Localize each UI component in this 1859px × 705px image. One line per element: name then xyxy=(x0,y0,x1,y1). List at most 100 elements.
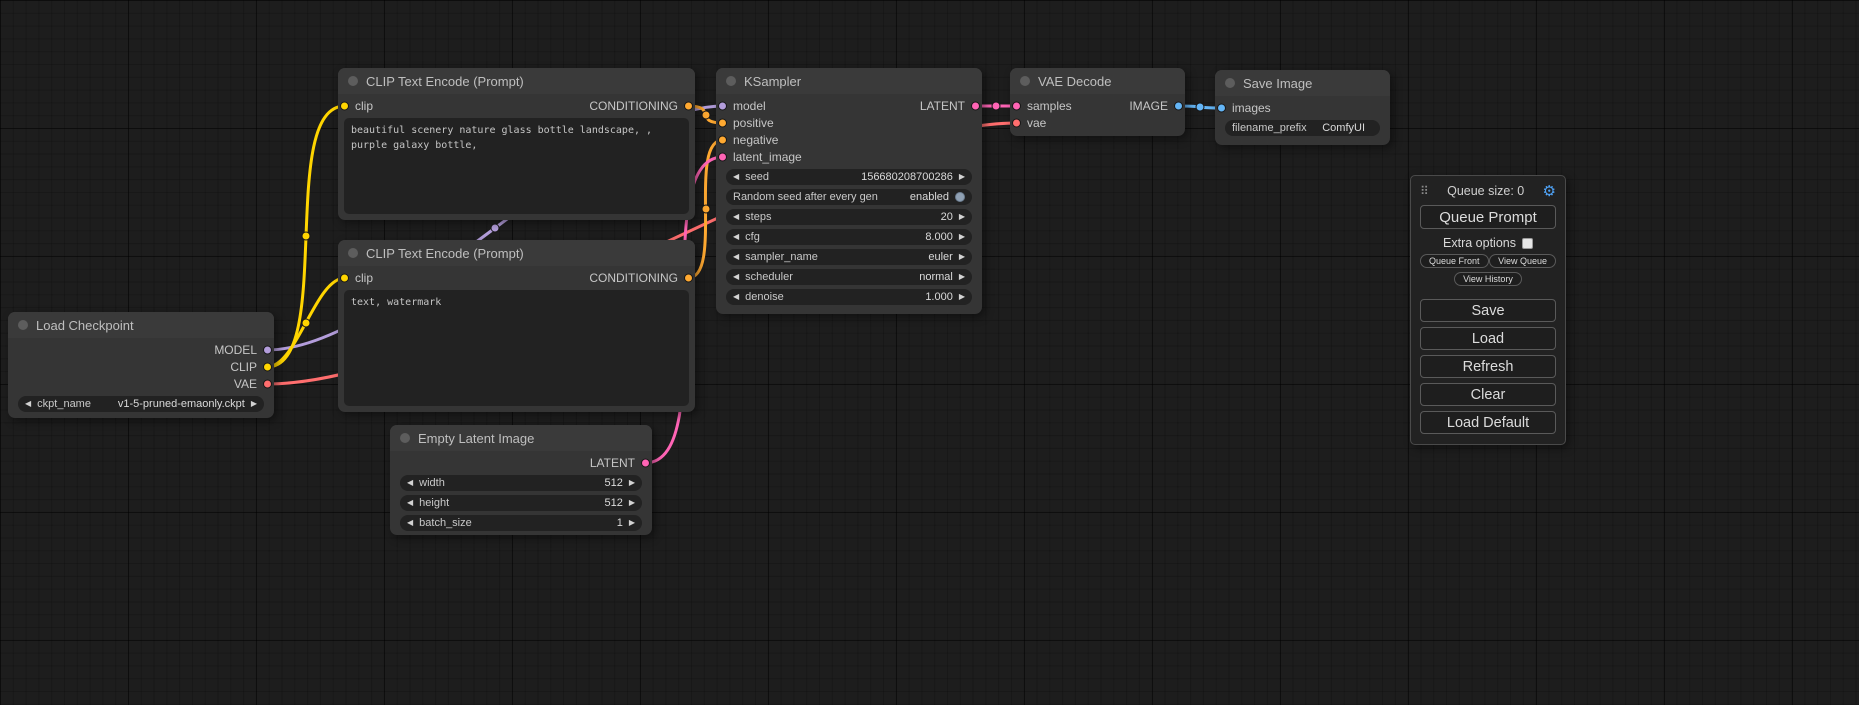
arrow-right-icon[interactable]: ▶ xyxy=(959,273,965,281)
steps-widget[interactable]: ◀ steps 20 ▶ xyxy=(726,209,972,225)
queue-prompt-button[interactable]: Queue Prompt xyxy=(1420,205,1556,229)
prompt-textarea[interactable]: text, watermark xyxy=(344,290,689,406)
prompt-textarea[interactable]: beautiful scenery nature glass bottle la… xyxy=(344,118,689,214)
node-vae-decode[interactable]: VAE Decode samples IMAGE vae xyxy=(1010,68,1185,136)
save-button[interactable]: Save xyxy=(1420,299,1556,322)
node-load-checkpoint[interactable]: Load Checkpoint MODEL CLIP VAE ◀ ckpt_na… xyxy=(8,312,274,418)
collapse-dot-icon[interactable] xyxy=(1225,78,1235,88)
arrow-left-icon[interactable]: ◀ xyxy=(733,253,739,261)
conditioning-input-dot[interactable] xyxy=(718,118,727,127)
toggle-knob-icon[interactable] xyxy=(955,192,965,202)
collapse-dot-icon[interactable] xyxy=(1020,76,1030,86)
arrow-left-icon[interactable]: ◀ xyxy=(407,519,413,527)
input-slot-latent-image[interactable]: latent_image xyxy=(716,148,982,165)
samples-input-dot[interactable] xyxy=(1012,101,1021,110)
arrow-left-icon[interactable]: ◀ xyxy=(407,499,413,507)
node-clip-text-encode-negative[interactable]: CLIP Text Encode (Prompt) clip CONDITION… xyxy=(338,240,695,412)
random-seed-toggle-widget[interactable]: Random seed after every gen enabled xyxy=(726,189,972,205)
vae-output-dot[interactable] xyxy=(263,379,272,388)
arrow-left-icon[interactable]: ◀ xyxy=(733,273,739,281)
arrow-right-icon[interactable]: ▶ xyxy=(959,233,965,241)
node-title-bar[interactable]: Save Image xyxy=(1215,70,1390,96)
queue-front-button[interactable]: Queue Front xyxy=(1420,254,1489,268)
collapse-dot-icon[interactable] xyxy=(348,76,358,86)
cfg-widget[interactable]: ◀ cfg 8.000 ▶ xyxy=(726,229,972,245)
collapse-dot-icon[interactable] xyxy=(18,320,28,330)
conditioning-output-dot[interactable] xyxy=(684,101,693,110)
arrow-left-icon[interactable]: ◀ xyxy=(733,233,739,241)
refresh-button[interactable]: Refresh xyxy=(1420,355,1556,378)
arrow-right-icon[interactable]: ▶ xyxy=(629,499,635,507)
input-slot-clip[interactable]: clip xyxy=(355,99,373,113)
ckpt-name-widget[interactable]: ◀ ckpt_name v1-5-pruned-emaonly.ckpt ▶ xyxy=(18,396,264,412)
node-empty-latent-image[interactable]: Empty Latent Image LATENT ◀ width 512 ▶ … xyxy=(390,425,652,535)
node-title-bar[interactable]: CLIP Text Encode (Prompt) xyxy=(338,68,695,94)
clip-input-dot[interactable] xyxy=(340,101,349,110)
vae-input-dot[interactable] xyxy=(1012,118,1021,127)
output-slot-clip[interactable]: CLIP xyxy=(8,358,274,375)
sampler-name-widget[interactable]: ◀ sampler_name euler ▶ xyxy=(726,249,972,265)
node-ksampler[interactable]: KSampler model LATENT positive negative xyxy=(716,68,982,314)
output-slot-vae[interactable]: VAE xyxy=(8,375,274,392)
image-output-dot[interactable] xyxy=(1174,101,1183,110)
node-title-bar[interactable]: Load Checkpoint xyxy=(8,312,274,338)
conditioning-input-dot[interactable] xyxy=(718,135,727,144)
input-slot-samples[interactable]: samples xyxy=(1027,99,1072,113)
latent-output-dot[interactable] xyxy=(971,101,980,110)
height-widget[interactable]: ◀ height 512 ▶ xyxy=(400,495,642,511)
seed-widget[interactable]: ◀ seed 156680208700286 ▶ xyxy=(726,169,972,185)
collapse-dot-icon[interactable] xyxy=(400,433,410,443)
output-slot-latent[interactable]: LATENT xyxy=(920,99,965,113)
arrow-right-icon[interactable]: ▶ xyxy=(959,293,965,301)
images-input-dot[interactable] xyxy=(1217,103,1226,112)
output-slot-conditioning[interactable]: CONDITIONING xyxy=(589,99,678,113)
view-history-button[interactable]: View History xyxy=(1454,272,1522,286)
output-slot-model[interactable]: MODEL xyxy=(8,341,274,358)
filename-prefix-widget[interactable]: filename_prefix ComfyUI xyxy=(1225,120,1380,136)
settings-gear-icon[interactable]: ⚙ xyxy=(1543,184,1556,199)
arrow-left-icon[interactable]: ◀ xyxy=(407,479,413,487)
output-slot-latent[interactable]: LATENT xyxy=(390,454,652,471)
model-input-dot[interactable] xyxy=(718,101,727,110)
node-clip-text-encode-positive[interactable]: CLIP Text Encode (Prompt) clip CONDITION… xyxy=(338,68,695,220)
view-queue-button[interactable]: View Queue xyxy=(1489,254,1556,268)
output-slot-conditioning[interactable]: CONDITIONING xyxy=(589,271,678,285)
node-graph-canvas[interactable]: Load Checkpoint MODEL CLIP VAE ◀ ckpt_na… xyxy=(0,0,1859,705)
latent-output-dot[interactable] xyxy=(641,458,650,467)
arrow-right-icon[interactable]: ▶ xyxy=(629,479,635,487)
arrow-left-icon[interactable]: ◀ xyxy=(25,400,31,408)
extra-options-checkbox[interactable] xyxy=(1522,238,1533,249)
arrow-right-icon[interactable]: ▶ xyxy=(251,400,257,408)
load-default-button[interactable]: Load Default xyxy=(1420,411,1556,434)
input-slot-vae[interactable]: vae xyxy=(1010,114,1185,131)
input-slot-images[interactable]: images xyxy=(1215,99,1390,116)
arrow-right-icon[interactable]: ▶ xyxy=(959,253,965,261)
node-title-bar[interactable]: KSampler xyxy=(716,68,982,94)
input-slot-clip[interactable]: clip xyxy=(355,271,373,285)
clip-output-dot[interactable] xyxy=(263,362,272,371)
clear-button[interactable]: Clear xyxy=(1420,383,1556,406)
arrow-right-icon[interactable]: ▶ xyxy=(959,213,965,221)
output-slot-image[interactable]: IMAGE xyxy=(1129,99,1168,113)
arrow-left-icon[interactable]: ◀ xyxy=(733,293,739,301)
collapse-dot-icon[interactable] xyxy=(726,76,736,86)
arrow-right-icon[interactable]: ▶ xyxy=(629,519,635,527)
model-output-dot[interactable] xyxy=(263,345,272,354)
load-button[interactable]: Load xyxy=(1420,327,1556,350)
collapse-dot-icon[interactable] xyxy=(348,248,358,258)
clip-input-dot[interactable] xyxy=(340,273,349,282)
node-title-bar[interactable]: VAE Decode xyxy=(1010,68,1185,94)
denoise-widget[interactable]: ◀ denoise 1.000 ▶ xyxy=(726,289,972,305)
input-slot-positive[interactable]: positive xyxy=(716,114,982,131)
arrow-left-icon[interactable]: ◀ xyxy=(733,213,739,221)
batch-size-widget[interactable]: ◀ batch_size 1 ▶ xyxy=(400,515,642,531)
node-save-image[interactable]: Save Image images filename_prefix ComfyU… xyxy=(1215,70,1390,145)
node-title-bar[interactable]: CLIP Text Encode (Prompt) xyxy=(338,240,695,266)
input-slot-negative[interactable]: negative xyxy=(716,131,982,148)
latent-input-dot[interactable] xyxy=(718,152,727,161)
input-slot-model[interactable]: model xyxy=(733,99,766,113)
drag-handle-icon[interactable]: ⠿ xyxy=(1420,184,1429,198)
node-title-bar[interactable]: Empty Latent Image xyxy=(390,425,652,451)
arrow-right-icon[interactable]: ▶ xyxy=(959,173,965,181)
conditioning-output-dot[interactable] xyxy=(684,273,693,282)
